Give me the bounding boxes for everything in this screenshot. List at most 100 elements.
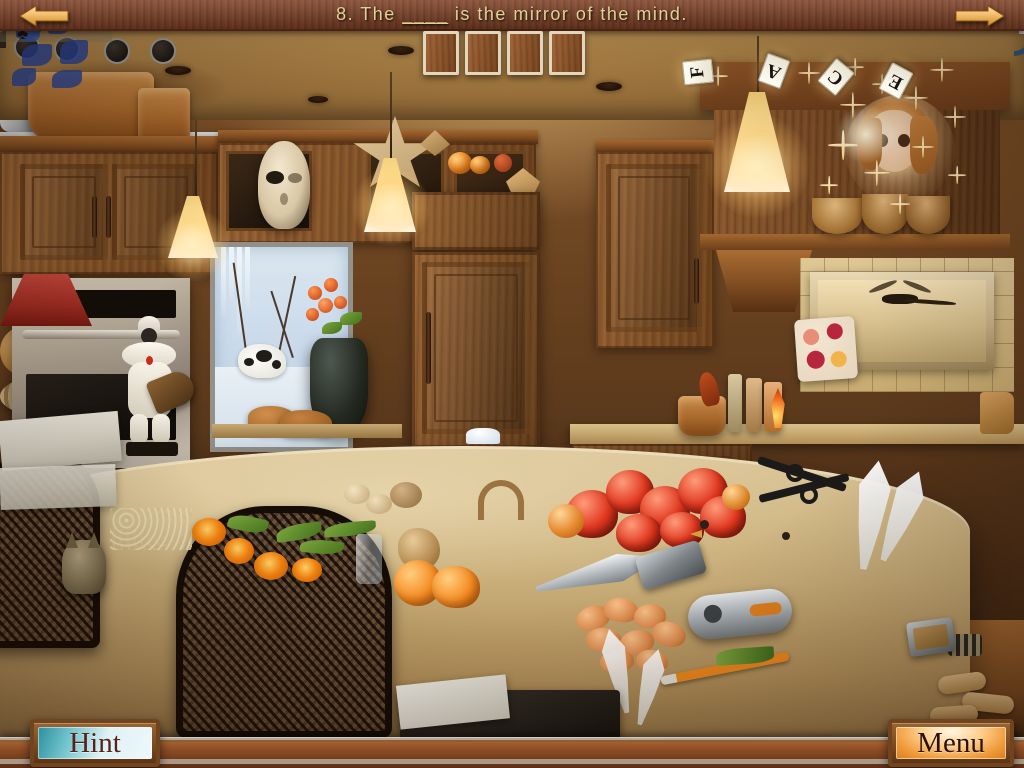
chick-beak xyxy=(690,530,702,538)
gourd[interactable] xyxy=(470,156,490,174)
apple[interactable] xyxy=(616,514,662,552)
scissors-handle[interactable] xyxy=(786,464,804,482)
tin-contents xyxy=(912,623,950,651)
cow-figurine[interactable] xyxy=(238,344,286,378)
riddle-text: 8. The ____ is the mirror of the mind. xyxy=(336,4,688,25)
lamp-glow xyxy=(352,168,430,246)
pendant-cord xyxy=(757,36,759,96)
orange-segment[interactable] xyxy=(432,566,480,608)
hint-button[interactable]: Hint xyxy=(30,719,160,767)
cow-spot xyxy=(272,360,281,369)
mask-eye xyxy=(266,171,284,184)
vase-pattern xyxy=(22,44,52,66)
pendant-cord xyxy=(195,120,197,198)
answer-slot[interactable] xyxy=(465,31,501,75)
spice-bottle[interactable] xyxy=(728,374,742,432)
cabinet-handle[interactable] xyxy=(106,196,111,238)
cabinet-door[interactable] xyxy=(606,164,702,332)
answer-slot[interactable] xyxy=(507,31,543,75)
answer-slot[interactable] xyxy=(423,31,459,75)
riddle-prefix: The xyxy=(360,4,396,24)
marigold-flower[interactable] xyxy=(192,518,226,546)
menu-button-label: Menu xyxy=(896,727,1006,759)
clown-button xyxy=(146,356,153,365)
hint-button-label: Hint xyxy=(38,727,152,759)
berry xyxy=(308,286,322,300)
clown-base xyxy=(126,442,178,456)
stove-knob[interactable] xyxy=(152,40,174,62)
flower-print xyxy=(802,328,820,346)
walnut[interactable] xyxy=(390,482,422,508)
back-counter xyxy=(570,424,1024,444)
lamp-glow xyxy=(156,208,230,282)
mask-nose xyxy=(280,193,288,205)
top-bar: 8. The ____ is the mirror of the mind. xyxy=(0,0,1024,31)
answer-slot[interactable] xyxy=(549,31,585,75)
gourd[interactable] xyxy=(494,154,512,172)
clown-leg xyxy=(152,414,170,444)
ceiling-light-can xyxy=(388,46,414,55)
riddle-number: 8. xyxy=(336,4,355,24)
venetian-mask[interactable] xyxy=(258,141,310,229)
window-sill xyxy=(212,424,402,438)
berry xyxy=(318,298,333,313)
glass-shaker[interactable] xyxy=(356,534,382,584)
kitchen-scene[interactable]: A ♣ A xyxy=(0,0,1024,768)
menu-button[interactable]: Menu xyxy=(888,719,1014,767)
cow-spot xyxy=(256,350,272,362)
baby-chick[interactable] xyxy=(748,520,808,564)
clown-leg xyxy=(130,414,148,444)
scissors-handle[interactable] xyxy=(800,486,818,504)
floating-letter-tile[interactable]: F xyxy=(681,58,715,86)
wooden-pitcher[interactable] xyxy=(980,392,1014,434)
berry xyxy=(324,278,338,292)
stove-knob[interactable] xyxy=(106,40,128,62)
chick-eye xyxy=(782,532,790,540)
riddle-blank: ____ xyxy=(402,4,449,24)
sardine-tin[interactable] xyxy=(905,616,957,658)
nut[interactable] xyxy=(366,494,392,514)
arrow-left-icon xyxy=(19,5,69,27)
lamp-glow xyxy=(706,114,810,218)
basket-handle[interactable] xyxy=(478,480,524,520)
upper-pantry-cabinet[interactable] xyxy=(412,192,540,250)
gourd[interactable] xyxy=(448,152,472,174)
vase-pattern xyxy=(52,70,82,88)
answer-slots xyxy=(423,31,585,75)
cow-spot xyxy=(244,358,254,366)
cat-figurine[interactable] xyxy=(62,532,106,594)
berry-branch[interactable] xyxy=(300,274,366,344)
fridge-door[interactable] xyxy=(422,262,530,434)
marigold-flower[interactable] xyxy=(292,558,322,582)
next-arrow-button[interactable] xyxy=(954,4,1006,28)
fridge-handle[interactable] xyxy=(426,312,431,384)
sunflower-seeds[interactable] xyxy=(110,508,192,550)
spice-bottle[interactable] xyxy=(746,378,762,432)
berry xyxy=(306,308,319,321)
vase-pattern xyxy=(12,68,36,86)
copper-pot[interactable] xyxy=(28,72,154,140)
wooden-bowl[interactable] xyxy=(812,198,862,234)
cabinet-handle[interactable] xyxy=(694,258,699,304)
peach[interactable] xyxy=(722,484,750,510)
peach[interactable] xyxy=(548,504,584,538)
chick-eye xyxy=(700,520,709,529)
berry xyxy=(334,296,347,309)
marigold-flower[interactable] xyxy=(254,552,288,580)
cabinet-handle[interactable] xyxy=(92,196,97,238)
ceiling-light-can xyxy=(596,82,622,91)
floral-potholder[interactable] xyxy=(793,315,859,383)
marigold-flower[interactable] xyxy=(224,538,254,564)
mask-eye xyxy=(288,173,302,183)
upper-cabinet-right[interactable] xyxy=(596,152,714,348)
leaf xyxy=(340,312,362,325)
arrow-right-icon xyxy=(955,5,1005,27)
riddle-suffix: is the mirror of the mind. xyxy=(454,4,688,24)
refrigerator-panel[interactable] xyxy=(412,252,540,448)
newspaper[interactable] xyxy=(0,410,122,472)
previous-arrow-button[interactable] xyxy=(18,4,70,28)
newspaper xyxy=(0,463,117,511)
vase-pattern xyxy=(60,40,88,64)
shelf-ledge xyxy=(700,234,1010,250)
ceiling-light-can xyxy=(165,66,191,75)
